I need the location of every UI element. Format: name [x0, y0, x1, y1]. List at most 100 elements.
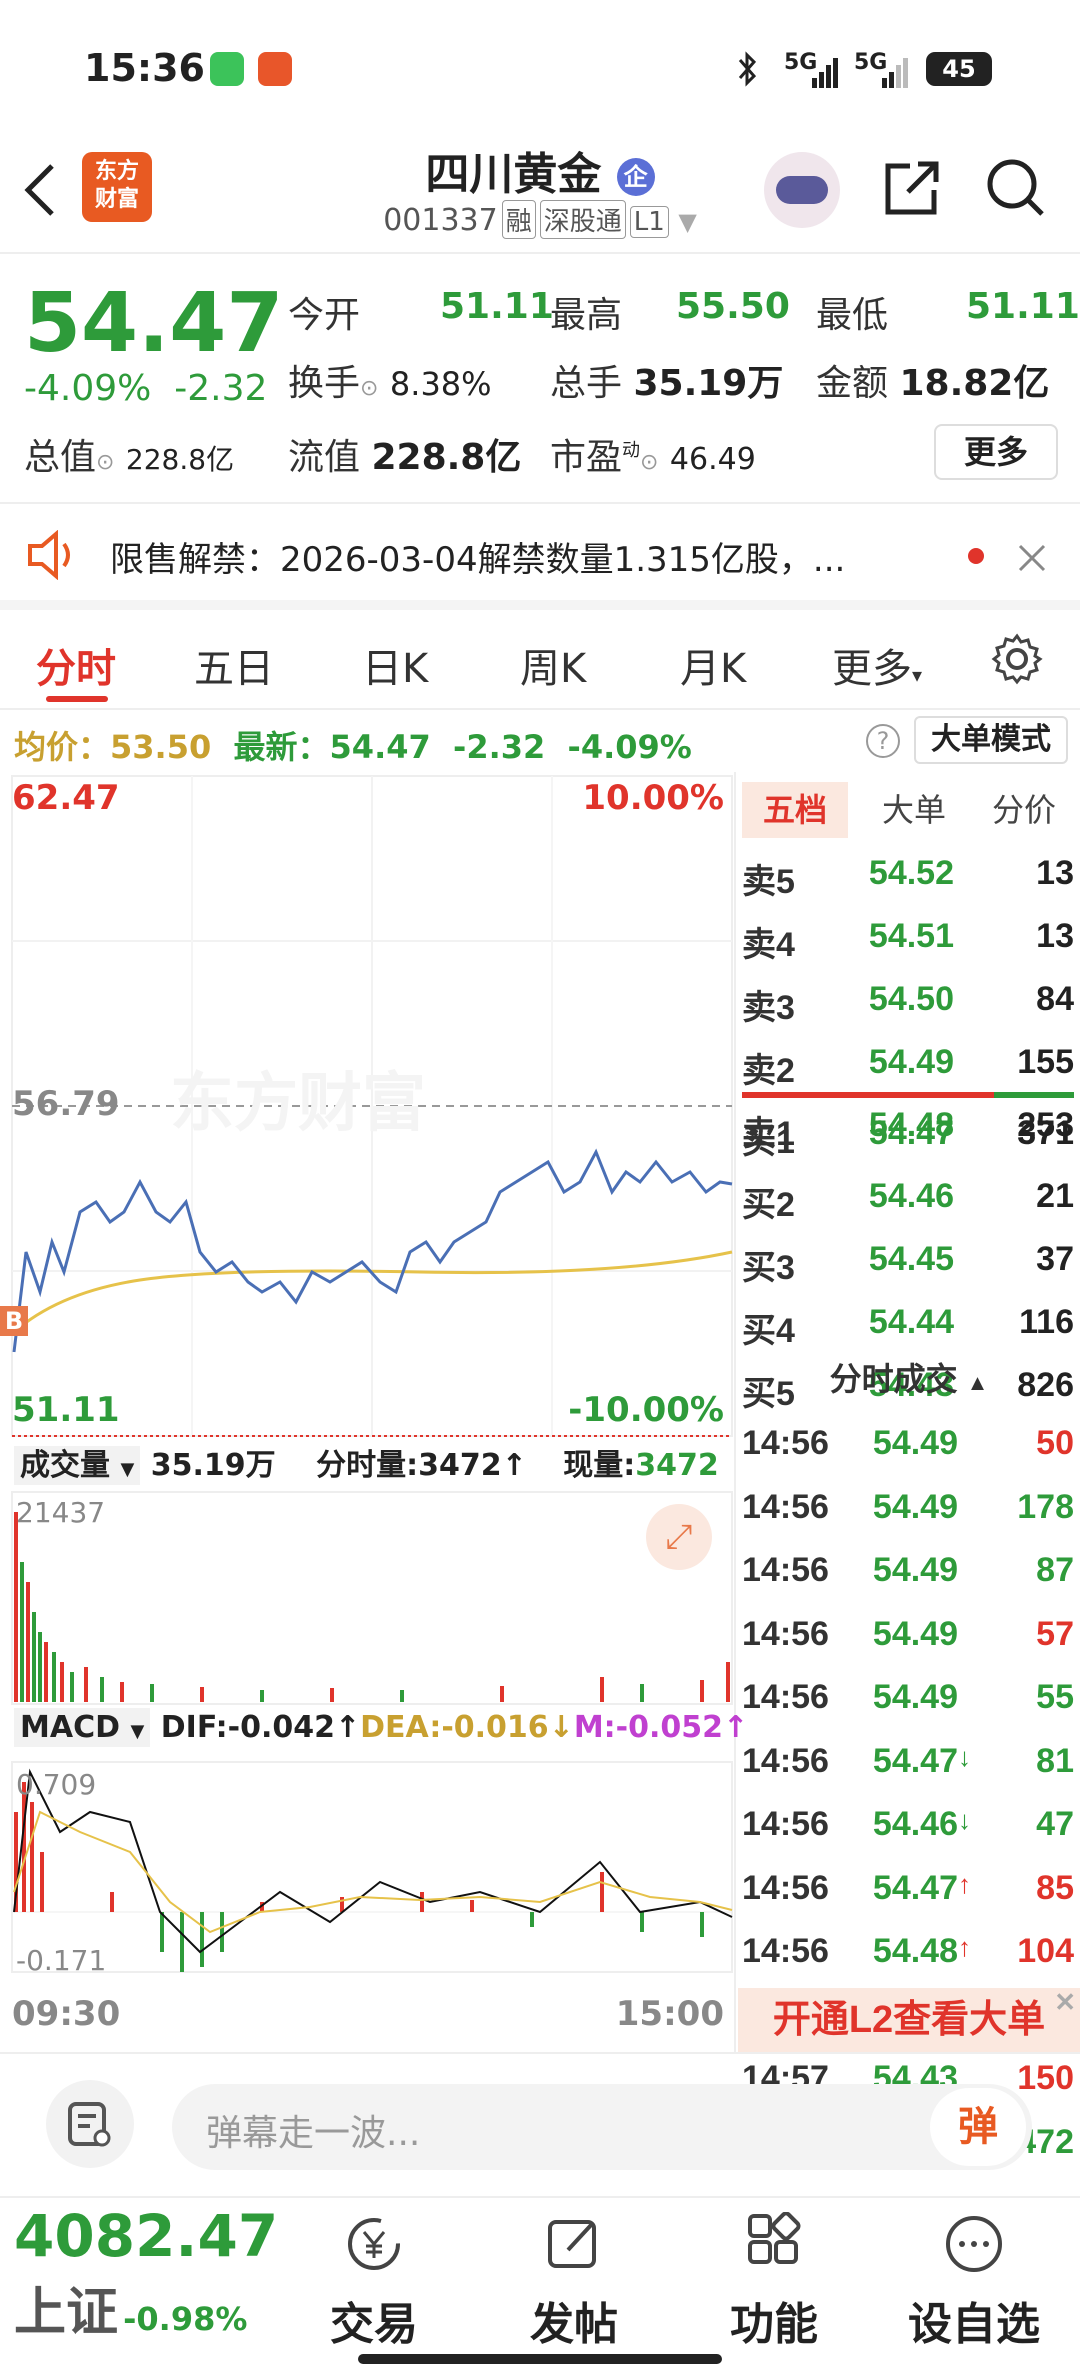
expand-icon[interactable]: ⤢ [646, 1504, 712, 1570]
level-volume: 37 [1036, 1240, 1074, 1278]
tab-monthly-k[interactable]: 月K [680, 636, 746, 694]
m-value: M:-0.052 [573, 1710, 724, 1745]
chevron-up-icon: ▲ [966, 1370, 989, 1395]
ask-level-row[interactable]: 卖4 54.51 13 [742, 917, 1074, 965]
label: 总手 [550, 363, 623, 404]
high-value: 55.50 [676, 286, 790, 327]
nav-trade[interactable]: 交易 [304, 2212, 444, 2352]
level-volume: 13 [1036, 854, 1074, 892]
big-order-mode-button[interactable]: 大单模式 [914, 716, 1068, 764]
signal-bars-icon [812, 58, 838, 88]
book-tab-big-orders[interactable]: 大单 [864, 782, 964, 838]
tick-time: 14:56 [742, 1614, 829, 1653]
ticks-title[interactable]: 分时成交 ▲ [738, 1354, 1080, 1400]
book-tab-price-dist[interactable]: 分价 [974, 782, 1074, 838]
tick-arrow: ↓ [958, 1741, 971, 1772]
tab-daily-k[interactable]: 日K [362, 636, 428, 694]
chart-tabs: 分时 五日 日K 周K 月K 更多▾ [0, 610, 1080, 710]
notice-text: 限售解禁：2026-03-04解禁数量1.315亿股，... [110, 540, 846, 580]
nav-watchlist[interactable]: 设自选 [904, 2212, 1044, 2352]
info-icon[interactable]: ⊙ [360, 376, 378, 401]
ask-level-row[interactable]: 卖5 54.52 13 [742, 854, 1074, 902]
tick-time: 14:56 [742, 1932, 829, 1970]
pe-stat: 市盈动⊙ 46.49 [550, 428, 756, 480]
nav-functions[interactable]: 功能 [704, 2211, 844, 2352]
gear-icon[interactable] [990, 632, 1044, 686]
tick-price: 54.47 [872, 1741, 958, 1780]
tick-time: 14:56 [742, 1678, 829, 1716]
tick-price: 54.49 [872, 1551, 958, 1589]
tab-more[interactable]: 更多▾ [832, 636, 922, 694]
notice-bar[interactable]: 限售解禁：2026-03-04解禁数量1.315亿股，... [0, 506, 1080, 610]
stock-header: 东方 财富 四川黄金 企 001337 融深股通 L1 ▼ [0, 130, 1080, 254]
book-tab-five-levels[interactable]: 五档 [742, 782, 848, 838]
speaker-icon [28, 530, 70, 580]
level-price: 54.50 [868, 980, 954, 1018]
tick-volume: 178 [1017, 1487, 1074, 1526]
tick-volume-label: 分时量: [316, 1448, 419, 1483]
label: 市盈 [550, 437, 623, 478]
tab-intraday[interactable]: 分时 [36, 636, 116, 694]
dropdown-caret-icon[interactable]: ▼ [678, 208, 696, 236]
label: 今开 [288, 295, 361, 336]
note-icon[interactable] [46, 2080, 134, 2168]
nav-label: 交易 [330, 2299, 418, 2350]
tick-row: 14:56 54.49 87 [742, 1551, 1074, 1599]
info-icon[interactable]: ⊙ [640, 450, 658, 475]
caret-icon: ▼ [120, 1459, 135, 1480]
wechat-icon [210, 52, 244, 86]
tab-more-label: 更多 [832, 646, 912, 692]
low-value: 51.11 [966, 286, 1080, 327]
danmu-input[interactable]: 弹幕走一波... 弹 [172, 2084, 1032, 2170]
comment-bar: 弹幕走一波... 弹 [0, 2052, 1080, 2202]
bid-level-row[interactable]: 买2 54.46 21 [742, 1177, 1074, 1225]
danmu-toggle[interactable]: 弹 [930, 2088, 1026, 2166]
level-label: 卖3 [742, 989, 795, 1027]
close-icon[interactable] [1016, 542, 1048, 574]
intraday-chart-panel[interactable]: 东方财富 62.47 10.00% 56.79 51.11 -10.00% B … [0, 772, 748, 2052]
bid-level-row[interactable]: 买3 54.45 37 [742, 1240, 1074, 1288]
nav-post[interactable]: 发帖 [504, 2212, 644, 2352]
dif-line [13, 1768, 733, 1954]
ask-level-row[interactable]: 卖3 54.50 84 [742, 980, 1074, 1028]
clock: 15:36 [84, 46, 205, 90]
bid-level-row[interactable]: 买1 54.47 371 [742, 1114, 1074, 1162]
l2-promo-banner[interactable]: 开通L2查看大单 ✕ [738, 1987, 1080, 2052]
more-stats-button[interactable]: 更多 [934, 424, 1058, 480]
value: 228.8亿 [371, 437, 522, 478]
index-ticker[interactable]: 4082.47 上证 -0.98% [14, 2202, 314, 2345]
tick-row: 14:56 54.49 57 [742, 1615, 1074, 1663]
help-icon[interactable]: ? [866, 724, 900, 758]
buy-marker[interactable]: B [0, 1306, 28, 1336]
bid-level-row[interactable]: 买4 54.44 116 [742, 1303, 1074, 1351]
open-value: 51.11 [440, 286, 554, 327]
watermark: 东方财富 [170, 1067, 426, 1141]
ask-level-row[interactable]: 卖2 54.49 155 [742, 1043, 1074, 1091]
tab-five-day[interactable]: 五日 [194, 636, 274, 694]
tab-weekly-k[interactable]: 周K [520, 636, 586, 694]
level-volume: 13 [1036, 917, 1074, 955]
high-stat: 最高 [550, 286, 622, 338]
nav-label: 功能 [730, 2299, 818, 2350]
bottom-nav: 4082.47 上证 -0.98% 交易 发帖 功能 设自选 [0, 2196, 1080, 2373]
latest-pct: -4.09% [567, 728, 692, 766]
level-label: 买3 [742, 1249, 795, 1287]
search-icon[interactable] [984, 156, 1048, 220]
tick-arrow: ↑ [958, 1932, 971, 1962]
l2-promo-text: 开通L2查看大单 [772, 1999, 1046, 2041]
volume-selector[interactable]: 成交量 ▼ [14, 1446, 141, 1485]
value: 8.38% [389, 365, 492, 403]
tick-volume: 50 [1036, 1424, 1074, 1462]
dea-line [13, 1810, 733, 1934]
caret-icon: ▼ [130, 1721, 145, 1742]
macd-selector[interactable]: MACD ▼ [14, 1708, 151, 1747]
tick-row: 14:56 54.47 ↓ 81 [742, 1742, 1074, 1790]
info-icon[interactable]: ⊙ [96, 450, 114, 475]
tick-row: 14:56 54.49 55 [742, 1678, 1074, 1726]
macd-label: MACD [20, 1710, 120, 1745]
close-icon[interactable]: ✕ [1054, 1970, 1076, 2034]
quote-panel: 54.47 -4.09% -2.32 总值⊙ 228.8亿 今开 51.11 最… [0, 256, 1080, 504]
share-icon[interactable] [880, 156, 944, 220]
assistant-robot-icon[interactable] [764, 152, 840, 228]
tick-time: 14:56 [742, 1868, 829, 1907]
